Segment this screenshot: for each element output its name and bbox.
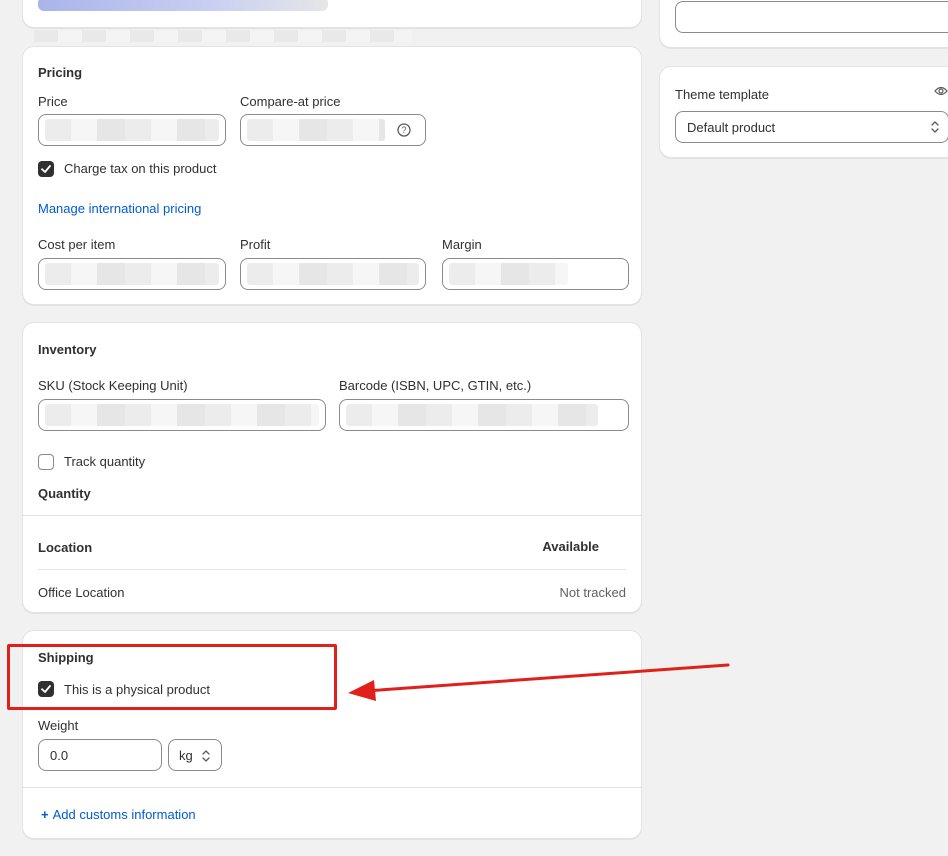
charge-tax-checkbox[interactable] (38, 161, 54, 177)
eye-icon[interactable] (934, 85, 948, 100)
weight-label: Weight (38, 718, 79, 733)
redacted-field (38, 0, 328, 11)
margin-input (442, 258, 629, 290)
profit-input (240, 258, 426, 290)
svg-text:?: ? (401, 125, 406, 135)
weight-unit-value: kg (179, 748, 193, 763)
pricing-card: Pricing Price Compare-at price ? Charge … (22, 46, 642, 305)
price-label: Price (38, 94, 68, 109)
divider (38, 569, 626, 570)
track-quantity-checkbox[interactable] (38, 454, 54, 470)
available-value: Not tracked (559, 585, 626, 600)
theme-template-card: Theme template Default product (659, 66, 948, 158)
price-input[interactable] (38, 114, 226, 146)
annotation-arrow (348, 663, 730, 701)
select-chevron-icon (930, 120, 940, 137)
location-name: Office Location (38, 585, 125, 600)
checkmark-icon (41, 165, 51, 173)
track-quantity-label: Track quantity (64, 454, 146, 469)
compare-at-price-input[interactable]: ? (240, 114, 426, 146)
barcode-label: Barcode (ISBN, UPC, GTIN, etc.) (339, 378, 532, 393)
charge-tax-label: Charge tax on this product (64, 161, 217, 176)
inventory-card: Inventory SKU (Stock Keeping Unit) Barco… (22, 322, 642, 613)
weight-input[interactable]: 0.0 (38, 739, 162, 771)
sidebar-input[interactable] (675, 1, 948, 33)
barcode-input[interactable] (339, 399, 629, 431)
sidebar-top-card (659, 0, 948, 48)
divider (23, 787, 641, 788)
plus-icon: + (41, 807, 49, 822)
sku-label: SKU (Stock Keeping Unit) (38, 378, 188, 393)
location-column-header: Location (38, 540, 93, 555)
quantity-title: Quantity (38, 486, 91, 501)
weight-value: 0.0 (50, 748, 69, 763)
add-customs-label: Add customs information (52, 807, 196, 822)
add-customs-information-link[interactable]: + Add customs information (41, 807, 196, 822)
available-column-header: Available (542, 539, 599, 554)
cost-per-item-input[interactable] (38, 258, 226, 290)
theme-template-value: Default product (687, 120, 776, 135)
theme-template-select[interactable]: Default product (675, 111, 948, 143)
margin-label: Margin (442, 237, 482, 252)
help-circle-icon[interactable]: ? (397, 123, 411, 140)
theme-template-label: Theme template (675, 87, 769, 102)
weight-unit-select[interactable]: kg (168, 739, 222, 771)
cost-per-item-label: Cost per item (38, 237, 116, 252)
divider (23, 515, 641, 516)
select-chevron-icon (201, 749, 211, 766)
compare-at-price-label: Compare-at price (240, 94, 341, 109)
sku-input[interactable] (38, 399, 326, 431)
top-partial-card (22, 0, 642, 28)
inventory-title: Inventory (38, 342, 97, 357)
manage-international-pricing-link[interactable]: Manage international pricing (38, 201, 201, 216)
pricing-title: Pricing (38, 65, 83, 80)
profit-label: Profit (240, 237, 271, 252)
highlight-box (7, 644, 337, 710)
redacted-text (34, 30, 412, 42)
